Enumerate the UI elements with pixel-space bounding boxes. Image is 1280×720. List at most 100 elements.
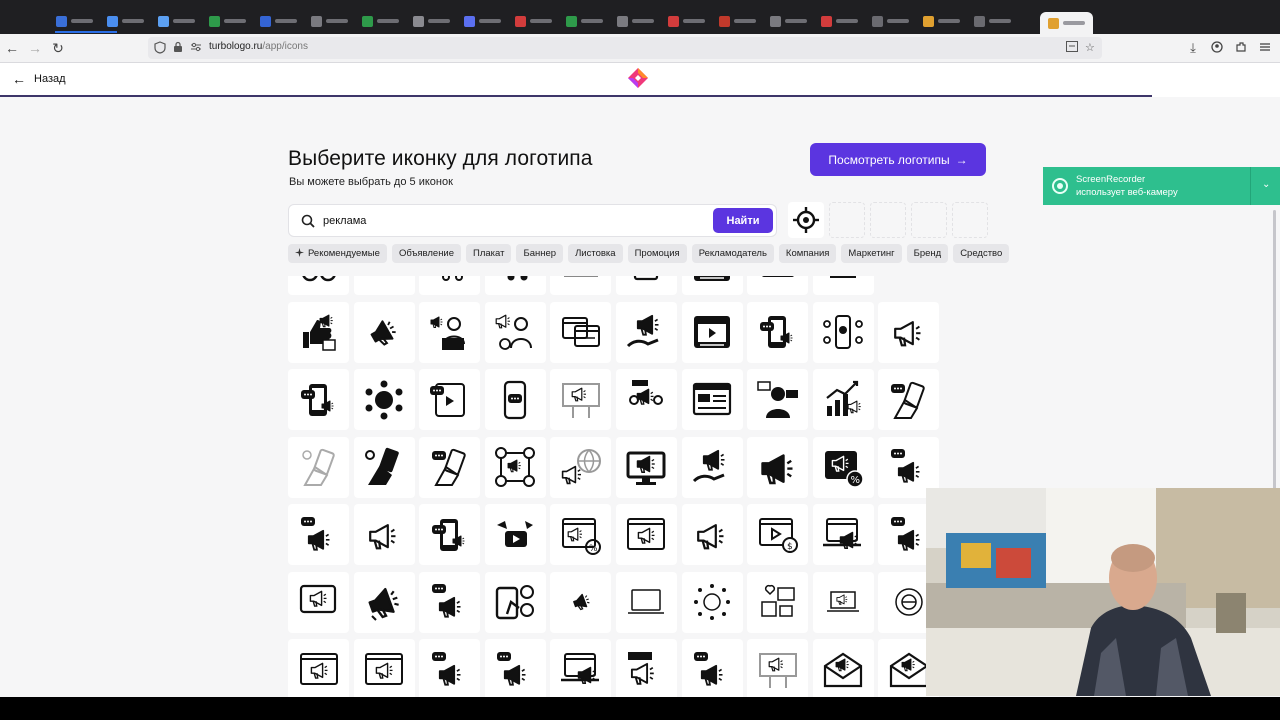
- empty-slot[interactable]: [829, 202, 865, 238]
- icon-option[interactable]: %: [550, 504, 612, 565]
- icon-option[interactable]: [747, 276, 809, 295]
- chip-0[interactable]: Рекомендуемые: [288, 244, 387, 263]
- empty-slot[interactable]: [870, 202, 906, 238]
- icon-option[interactable]: $: [747, 504, 809, 565]
- icon-option[interactable]: [484, 369, 546, 430]
- forward-arrow-icon[interactable]: →: [27, 40, 43, 56]
- icon-option[interactable]: [812, 639, 874, 697]
- icon-option[interactable]: [353, 571, 415, 633]
- chip-5[interactable]: Промоция: [627, 244, 687, 263]
- icon-option[interactable]: [353, 436, 415, 498]
- chip-1[interactable]: Объявление: [391, 244, 462, 263]
- target-icon[interactable]: [788, 202, 824, 238]
- icon-option[interactable]: [353, 504, 415, 565]
- screen-recorder-notification[interactable]: ScreenRecorder использует веб-камеру ⌄: [1043, 167, 1280, 205]
- icon-option[interactable]: [681, 571, 743, 633]
- icon-option[interactable]: [812, 301, 874, 363]
- icon-option[interactable]: [550, 571, 612, 633]
- icon-option[interactable]: [419, 369, 481, 430]
- chip-7[interactable]: Компания: [778, 244, 837, 263]
- shield-icon[interactable]: [154, 41, 166, 58]
- icon-option[interactable]: [615, 369, 677, 430]
- browser-tab[interactable]: [464, 10, 501, 32]
- icon-option[interactable]: [288, 639, 349, 697]
- address-bar[interactable]: turbologo.ru/app/icons ☆: [148, 37, 1102, 59]
- browser-tab[interactable]: [56, 10, 93, 32]
- icon-option[interactable]: [484, 639, 546, 697]
- icon-option[interactable]: [288, 301, 349, 363]
- back-link[interactable]: ← Назад: [12, 72, 66, 86]
- icon-option[interactable]: [288, 571, 349, 633]
- browser-tab[interactable]: [566, 10, 603, 32]
- icon-option[interactable]: [550, 436, 612, 498]
- icon-option[interactable]: [681, 436, 743, 498]
- icon-option[interactable]: %: [812, 436, 874, 498]
- browser-tab[interactable]: [668, 10, 705, 32]
- icon-option[interactable]: [615, 504, 677, 565]
- icon-option[interactable]: [878, 369, 940, 430]
- download-icon[interactable]: ⤓: [1185, 40, 1201, 56]
- chip-6[interactable]: Рекламодатель: [691, 244, 774, 263]
- chevron-down-icon[interactable]: ⌄: [1262, 179, 1270, 190]
- icon-option[interactable]: [419, 276, 481, 295]
- browser-tab[interactable]: [974, 10, 1011, 32]
- active-browser-tab[interactable]: [1040, 12, 1093, 34]
- icon-option[interactable]: [484, 504, 546, 565]
- icon-option[interactable]: [288, 369, 349, 430]
- empty-slot[interactable]: [952, 202, 988, 238]
- browser-tab[interactable]: [311, 10, 348, 32]
- site-settings-icon[interactable]: [190, 41, 202, 57]
- icon-option[interactable]: [419, 301, 481, 363]
- icon-option[interactable]: [681, 276, 743, 295]
- icon-option[interactable]: [615, 571, 677, 633]
- icon-option[interactable]: [681, 639, 743, 697]
- browser-tab[interactable]: [515, 10, 552, 32]
- reader-view-icon[interactable]: [1066, 41, 1078, 56]
- search-input[interactable]: [323, 212, 703, 230]
- chip-8[interactable]: Маркетинг: [841, 244, 902, 263]
- browser-tab[interactable]: [770, 10, 807, 32]
- icon-option[interactable]: [812, 369, 874, 430]
- icon-option[interactable]: [615, 301, 677, 363]
- bookmark-star-icon[interactable]: ☆: [1085, 41, 1095, 55]
- icon-option[interactable]: [550, 369, 612, 430]
- icon-option[interactable]: [419, 571, 481, 633]
- icon-option[interactable]: [747, 301, 809, 363]
- icon-option[interactable]: [288, 276, 349, 295]
- browser-tab[interactable]: [719, 10, 756, 32]
- icon-option[interactable]: [419, 504, 481, 565]
- icon-option[interactable]: [812, 504, 874, 565]
- icon-option[interactable]: [681, 301, 743, 363]
- browser-tab[interactable]: [158, 10, 195, 32]
- icon-option[interactable]: [812, 571, 874, 633]
- icon-option[interactable]: [550, 276, 612, 295]
- chip-3[interactable]: Баннер: [516, 244, 564, 263]
- search-button[interactable]: Найти: [713, 208, 773, 233]
- browser-tab[interactable]: [923, 10, 960, 32]
- icon-option[interactable]: [484, 436, 546, 498]
- icon-option[interactable]: [615, 276, 677, 295]
- icon-option[interactable]: [484, 276, 546, 295]
- extensions-icon[interactable]: [1233, 40, 1249, 56]
- turbologo-logo[interactable]: [627, 67, 649, 89]
- icon-option[interactable]: [550, 301, 612, 363]
- browser-tab[interactable]: [260, 10, 297, 32]
- icon-option[interactable]: [681, 504, 743, 565]
- icon-option[interactable]: [747, 639, 809, 697]
- browser-tab[interactable]: [821, 10, 858, 32]
- icon-option[interactable]: [353, 369, 415, 430]
- lock-icon[interactable]: [173, 41, 183, 57]
- icon-option[interactable]: [878, 301, 940, 363]
- icon-option[interactable]: [288, 504, 349, 565]
- icon-option[interactable]: [550, 639, 612, 697]
- icon-option[interactable]: [747, 369, 809, 430]
- browser-tab[interactable]: [209, 10, 246, 32]
- icon-option[interactable]: [288, 436, 349, 498]
- chip-10[interactable]: Средство: [953, 244, 1010, 263]
- page-scrollbar[interactable]: [1273, 210, 1276, 500]
- icon-option[interactable]: [747, 436, 809, 498]
- icon-option[interactable]: [615, 436, 677, 498]
- icon-option[interactable]: [484, 301, 546, 363]
- icon-option[interactable]: [419, 639, 481, 697]
- icon-option[interactable]: [747, 571, 809, 633]
